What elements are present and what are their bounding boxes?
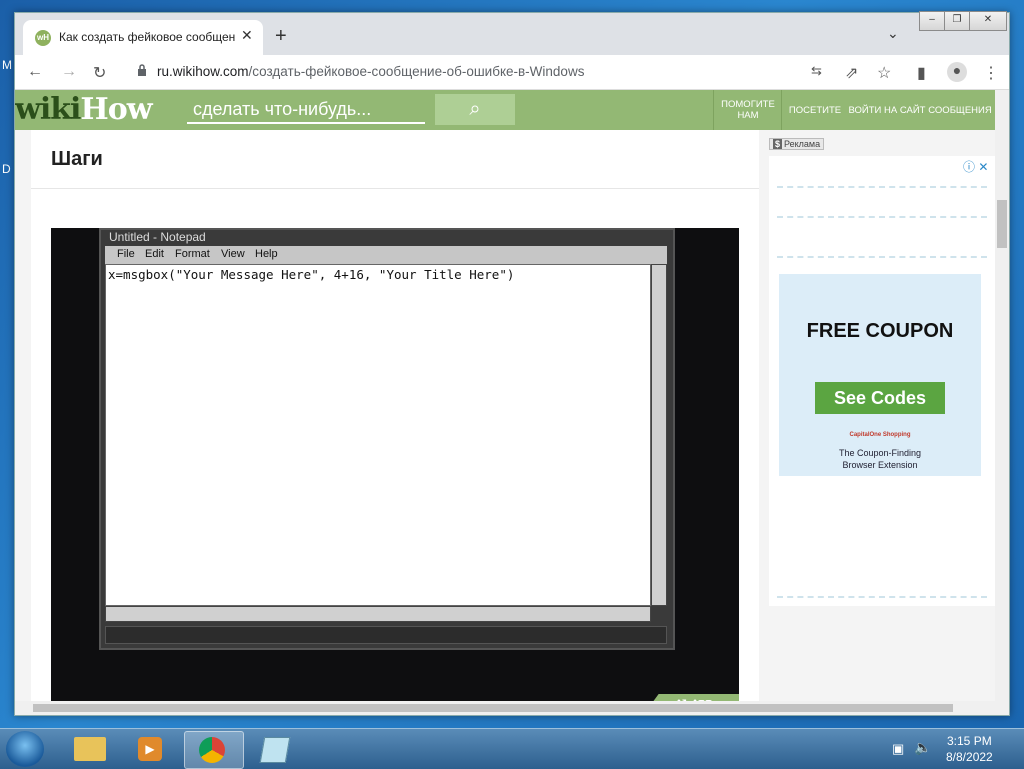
menu-edit: Edit [145,248,164,260]
notepad-text-area: x=msgbox("Your Message Here", 4+16, "You… [105,264,651,606]
page-horizontal-scrollbar[interactable] [15,701,995,715]
coupon-card[interactable]: FREE COUPON See Codes CapitalOne Shoppin… [779,274,981,476]
logo-wiki: wiki [15,92,81,127]
advertisement[interactable]: ⓘ ✕ FREE COUPON See Codes CapitalOne Sho… [769,156,995,606]
scroll-thumb[interactable] [33,704,953,712]
tab-strip: wH Как создать фейковое сообщение ✕ + ⌄ … [15,11,1009,55]
web-page: wikiHow сделать что-нибудь... ⌕ ПОМОГИТЕ… [15,90,1009,715]
notepad-vertical-scrollbar [651,264,667,606]
nav-messages[interactable]: СООБЩЕНИЯ [927,90,993,130]
share-icon[interactable]: ⇗ [845,63,858,83]
browser-toolbar: ← → ↻ ru.wikihow.com/создать-фейковое-со… [15,55,1009,90]
desktop-edge-text: M [2,58,12,72]
ad-tagline: The Coupon-Finding Browser Extension [779,447,981,471]
section-divider [31,188,759,189]
wikihow-favicon-icon: wH [35,30,51,46]
capital-one-logo: CapitalOne Shopping [849,432,911,438]
logo-how: How [80,92,152,127]
nav-divider [713,90,714,130]
nav-divider [781,90,782,130]
nav-login[interactable]: ВОЙТИ НА САЙТ [847,90,927,130]
article-content: Шаги Untitled - Notepad File Edit Format… [31,130,759,715]
taskbar: ▶ ▣ 🔈 3:15 PM 8/8/2022 [0,728,1024,769]
explorer-taskbar-button[interactable] [62,731,120,767]
menu-help: Help [255,248,278,260]
close-window-button[interactable]: ✕ [969,11,1007,31]
clock-date: 8/8/2022 [946,750,993,764]
step-image: Untitled - Notepad File Edit Format View… [51,228,739,715]
folder-icon [74,737,106,761]
network-icon[interactable]: ▣ [892,741,904,757]
menu-view: View [221,248,245,260]
profile-avatar[interactable]: ● [947,62,967,82]
tagline-line-2: Browser Extension [842,460,918,470]
search-input[interactable]: сделать что-нибудь... [187,96,425,124]
browser-tab[interactable]: wH Как создать фейковое сообщение ✕ [23,20,263,55]
section-title: Шаги [51,148,103,170]
scroll-thumb[interactable] [997,200,1007,248]
new-tab-button[interactable]: + [275,25,287,48]
chrome-taskbar-button[interactable] [184,731,244,769]
nav-visit[interactable]: ПОСЕТИТЕ [783,90,847,130]
ad-dollar-icon: $ [773,139,783,149]
search-icon: ⌕ [469,98,481,120]
notepad-title: Untitled - Notepad [109,230,206,244]
page-vertical-scrollbar[interactable] [995,90,1009,715]
start-button[interactable] [6,731,44,767]
notepad-icon [259,737,291,763]
search-button[interactable]: ⌕ [435,94,515,125]
notepad-menubar: File Edit Format View Help [105,246,667,264]
side-panel-icon[interactable]: ▮ [917,63,926,83]
ad-decor-dashes [777,596,987,598]
browser-window: wH Как создать фейковое сообщение ✕ + ⌄ … [14,11,1010,716]
notepad-code: x=msgbox("Your Message Here", 4+16, "You… [108,267,515,282]
clock-time: 3:15 PM [947,734,992,748]
nav-help-us[interactable]: ПОМОГИТЕ НАМ [715,90,781,130]
notepad-status-bar [105,626,667,644]
maximize-button[interactable]: ❐ [944,11,970,31]
ad-info-close-icon[interactable]: ⓘ ✕ [963,158,988,175]
coupon-headline: FREE COUPON [806,320,954,342]
notepad-window: Untitled - Notepad File Edit Format View… [99,228,675,650]
url-host: ru.wikihow.com [157,64,249,79]
menu-format: Format [175,248,210,260]
ad-decor-dashes [777,216,987,218]
address-bar[interactable]: ru.wikihow.com/создать-фейковое-сообщени… [127,58,897,86]
system-clock[interactable]: 3:15 PM 8/8/2022 [946,733,993,765]
desktop-edge-text: D [2,162,11,176]
volume-icon[interactable]: 🔈 [914,739,931,756]
tab-search-button[interactable]: ⌄ [887,25,899,42]
forward-icon[interactable]: → [61,63,77,81]
url-path: /создать-фейковое-сообщение-об-ошибке-в-… [248,64,585,79]
lock-icon [138,64,146,76]
tagline-line-1: The Coupon-Finding [838,448,922,458]
notepad-taskbar-button[interactable] [246,731,304,767]
search-placeholder: сделать что-нибудь... [193,99,372,119]
minimize-button[interactable]: – [919,11,945,31]
ad-label: $ Реклама [769,138,825,150]
ad-decor-dashes [777,186,987,188]
menu-file: File [117,248,135,260]
ad-decor-dashes [777,256,987,258]
wikihow-header: wikiHow сделать что-нибудь... ⌕ ПОМОГИТЕ… [15,90,995,130]
ad-label-text: Реклама [784,139,821,149]
bookmark-star-icon[interactable]: ☆ [877,63,891,83]
media-player-icon: ▶ [138,737,162,761]
wikihow-logo[interactable]: wikiHow [15,92,153,127]
reload-icon[interactable]: ↻ [93,63,106,83]
back-icon[interactable]: ← [27,63,43,81]
tab-close-icon[interactable]: ✕ [241,27,253,44]
url-text: ru.wikihow.com/создать-фейковое-сообщени… [157,64,584,79]
translate-icon[interactable]: ⇆ [811,63,822,79]
tab-title: Как создать фейковое сообщение [59,30,235,44]
notepad-horizontal-scrollbar [105,606,651,622]
chrome-icon [199,737,225,763]
media-player-taskbar-button[interactable]: ▶ [122,731,180,767]
see-codes-button[interactable]: See Codes [815,382,945,414]
menu-kebab-icon[interactable]: ⋮ [983,63,999,83]
